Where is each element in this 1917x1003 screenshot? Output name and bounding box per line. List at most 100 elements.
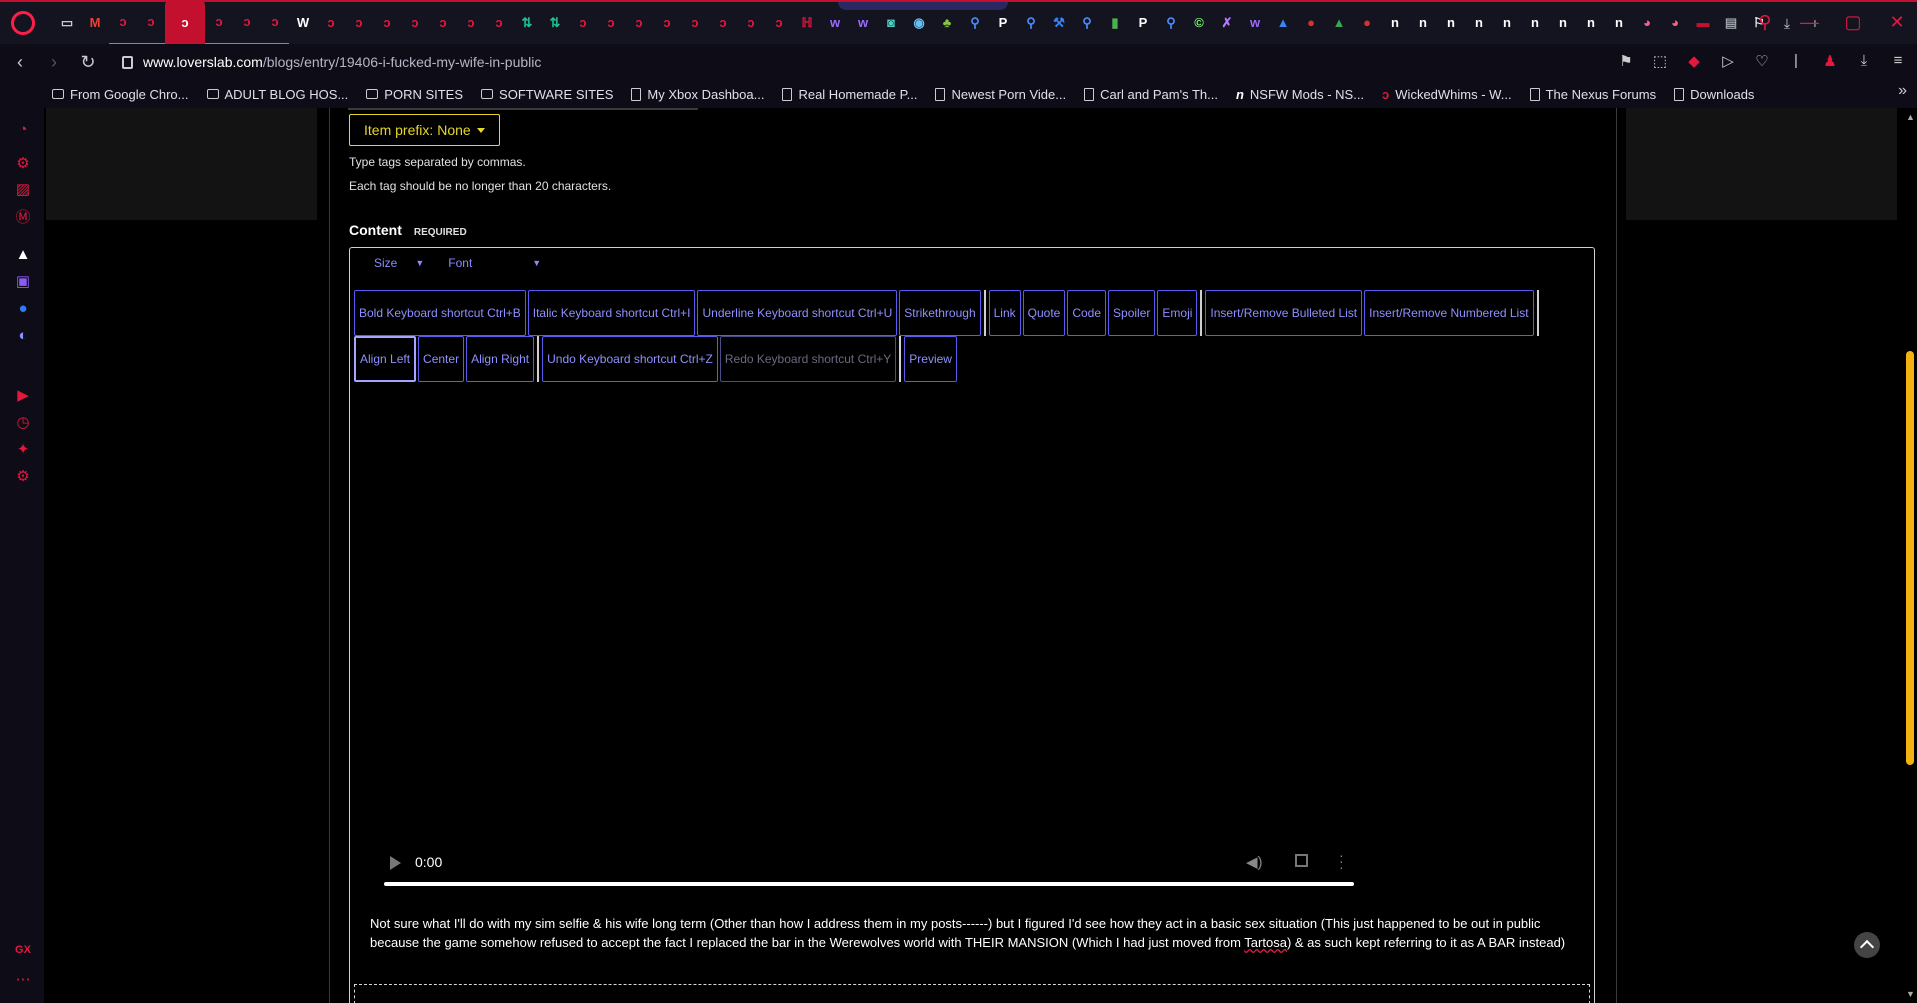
browser-tab[interactable]: ↄ bbox=[597, 1, 625, 45]
preview-button[interactable]: Preview bbox=[904, 336, 957, 382]
bookmark-item[interactable]: ADULT BLOG HOS... bbox=[206, 87, 348, 102]
underline-button[interactable]: Underline Keyboard shortcut Ctrl+U bbox=[697, 290, 898, 336]
bulleted-list-button[interactable]: Insert/Remove Bulleted List bbox=[1205, 290, 1363, 336]
browser-tab[interactable]: ↄ bbox=[345, 1, 373, 45]
numbered-list-button[interactable]: Insert/Remove Numbered List bbox=[1364, 290, 1534, 336]
search-tabs-icon[interactable]: ⚲ bbox=[1755, 12, 1775, 33]
video-player[interactable]: 0:00 ◀) · · · bbox=[370, 844, 1370, 904]
bookmark-item[interactable]: n NSFW Mods - NS... bbox=[1236, 87, 1364, 102]
gx-label[interactable]: GX bbox=[13, 940, 33, 960]
browser-tab[interactable]: ⚲ bbox=[1017, 1, 1045, 45]
browser-tab[interactable]: ▬ bbox=[1689, 1, 1717, 45]
browser-tab[interactable]: ↄ bbox=[373, 1, 401, 45]
browser-tab[interactable]: n bbox=[1521, 1, 1549, 45]
browser-tab[interactable]: ⇅ bbox=[541, 1, 569, 45]
player-icon[interactable]: ▷ bbox=[1719, 52, 1737, 70]
browser-tab[interactable]: n bbox=[1409, 1, 1437, 45]
url-field[interactable]: www.loverslab.com/blogs/entry/19406-i-fu… bbox=[122, 54, 541, 70]
browser-tab[interactable]: n bbox=[1493, 1, 1521, 45]
emoji-button[interactable]: Emoji bbox=[1157, 290, 1198, 336]
bold-button[interactable]: Bold Keyboard shortcut Ctrl+B bbox=[354, 290, 526, 336]
volume-icon[interactable]: ◀) bbox=[1246, 853, 1263, 871]
back-icon[interactable]: ‹ bbox=[6, 52, 34, 73]
browser-tab[interactable]: n bbox=[1437, 1, 1465, 45]
discord-icon[interactable]: ◐ bbox=[13, 326, 33, 346]
attachment-drop-zone[interactable] bbox=[354, 984, 1590, 1003]
browser-tab[interactable]: ↄ bbox=[317, 1, 345, 45]
align-left-button[interactable]: Align Left bbox=[354, 336, 417, 382]
quote-button[interactable]: Quote bbox=[1022, 290, 1066, 336]
speed-icon[interactable]: ◔ bbox=[13, 120, 33, 140]
video-progress-track[interactable] bbox=[384, 882, 1354, 886]
minimize-icon[interactable]: — bbox=[1799, 12, 1819, 33]
browser-tab[interactable]: w bbox=[1241, 1, 1269, 45]
browser-tab[interactable]: ↄ bbox=[625, 1, 653, 45]
redo-button[interactable]: Redo Keyboard shortcut Ctrl+Y bbox=[719, 336, 897, 382]
browser-tab[interactable]: ▲ bbox=[1325, 1, 1353, 45]
opera-gx-logo-icon[interactable] bbox=[11, 11, 35, 35]
code-button[interactable]: Code bbox=[1067, 290, 1107, 336]
item-prefix-dropdown[interactable]: Item prefix: None bbox=[349, 114, 500, 146]
mods-icon[interactable]: ⚙ bbox=[13, 154, 33, 174]
maximize-icon[interactable]: ▢ bbox=[1843, 12, 1863, 33]
more-icon[interactable]: ⋯ bbox=[13, 970, 33, 990]
settings-icon[interactable]: ⚙ bbox=[13, 467, 33, 487]
scroll-down-icon[interactable]: ▼ bbox=[1906, 989, 1915, 999]
browser-tab[interactable]: ↄ bbox=[205, 1, 233, 45]
browser-tab[interactable]: n bbox=[1605, 1, 1633, 45]
browser-tab[interactable]: ▤ bbox=[1717, 1, 1745, 45]
a-icon[interactable]: ▲ bbox=[13, 245, 33, 265]
browser-tab[interactable]: ℍ bbox=[793, 1, 821, 45]
browser-tab[interactable]: ⚒ bbox=[1045, 1, 1073, 45]
browser-tab[interactable]: ↄ bbox=[765, 1, 793, 45]
browser-tab[interactable]: ⚲ bbox=[1073, 1, 1101, 45]
messenger-m-icon[interactable]: Ⓜ bbox=[13, 208, 33, 228]
gx-corner-icon[interactable]: ▨ bbox=[13, 180, 33, 200]
forward-icon[interactable]: › bbox=[40, 52, 68, 73]
browser-tab[interactable]: n bbox=[1465, 1, 1493, 45]
browser-tab[interactable]: ◕ bbox=[1661, 1, 1689, 45]
browser-tab[interactable]: ↄ bbox=[653, 1, 681, 45]
size-dropdown[interactable]: Size ▼ bbox=[374, 256, 424, 270]
browser-tab[interactable]: ▭ bbox=[53, 1, 81, 45]
bookmarks-overflow-icon[interactable]: » bbox=[1898, 82, 1907, 100]
browser-tab[interactable]: P bbox=[1129, 1, 1157, 45]
history-icon[interactable]: ◷ bbox=[13, 413, 33, 433]
browser-tab[interactable]: ↄ bbox=[429, 1, 457, 45]
account-icon[interactable]: ♟ bbox=[1821, 52, 1839, 70]
browser-tab[interactable]: ↄ bbox=[569, 1, 597, 45]
editor-body-text[interactable]: Not sure what I'll do with my sim selfie… bbox=[370, 914, 1570, 952]
browser-tab[interactable]: M bbox=[81, 1, 109, 45]
bookmark-item[interactable]: My Xbox Dashboa... bbox=[631, 87, 764, 102]
browser-tab[interactable]: ● bbox=[1297, 1, 1325, 45]
bookmark-item[interactable]: From Google Chro... bbox=[52, 87, 189, 102]
browser-tab[interactable]: ▮ bbox=[1101, 1, 1129, 45]
browser-tab[interactable]: ↄ bbox=[165, 1, 205, 45]
more-options-icon[interactable]: · · · bbox=[1339, 848, 1344, 874]
bookmark-item[interactable]: PORN SITES bbox=[366, 87, 463, 102]
bookmark-item[interactable]: Downloads bbox=[1674, 87, 1754, 102]
browser-tab[interactable]: © bbox=[1185, 1, 1213, 45]
browser-tab[interactable]: ↄ bbox=[709, 1, 737, 45]
browser-tab[interactable]: ↄ bbox=[233, 1, 261, 45]
play-icon[interactable] bbox=[390, 856, 401, 870]
messenger-icon[interactable]: ● bbox=[13, 299, 33, 319]
browser-tab[interactable]: ↄ bbox=[681, 1, 709, 45]
browser-tab[interactable]: n bbox=[1577, 1, 1605, 45]
browser-tab[interactable]: ↄ bbox=[401, 1, 429, 45]
browser-tab[interactable]: ◕ bbox=[1633, 1, 1661, 45]
page-scrollbar[interactable]: ▲ ▼ bbox=[1903, 108, 1917, 1003]
bookmark-item[interactable]: Carl and Pam's Th... bbox=[1084, 87, 1218, 102]
twitch-icon[interactable]: ▣ bbox=[13, 272, 33, 292]
browser-tab[interactable]: ↄ bbox=[457, 1, 485, 45]
browser-tab[interactable]: ↄ bbox=[737, 1, 765, 45]
undo-button[interactable]: Undo Keyboard shortcut Ctrl+Z bbox=[542, 336, 718, 382]
align-center-button[interactable]: Center bbox=[418, 336, 465, 382]
browser-tab[interactable]: ● bbox=[1353, 1, 1381, 45]
browser-tab[interactable]: n bbox=[1381, 1, 1409, 45]
browser-tab[interactable]: ↄ bbox=[137, 1, 165, 45]
fullscreen-icon[interactable] bbox=[1295, 854, 1308, 867]
heart-icon[interactable]: ♡ bbox=[1753, 52, 1771, 70]
browser-tab[interactable]: ↄ bbox=[485, 1, 513, 45]
download-icon[interactable]: ⤓ bbox=[1855, 52, 1873, 70]
